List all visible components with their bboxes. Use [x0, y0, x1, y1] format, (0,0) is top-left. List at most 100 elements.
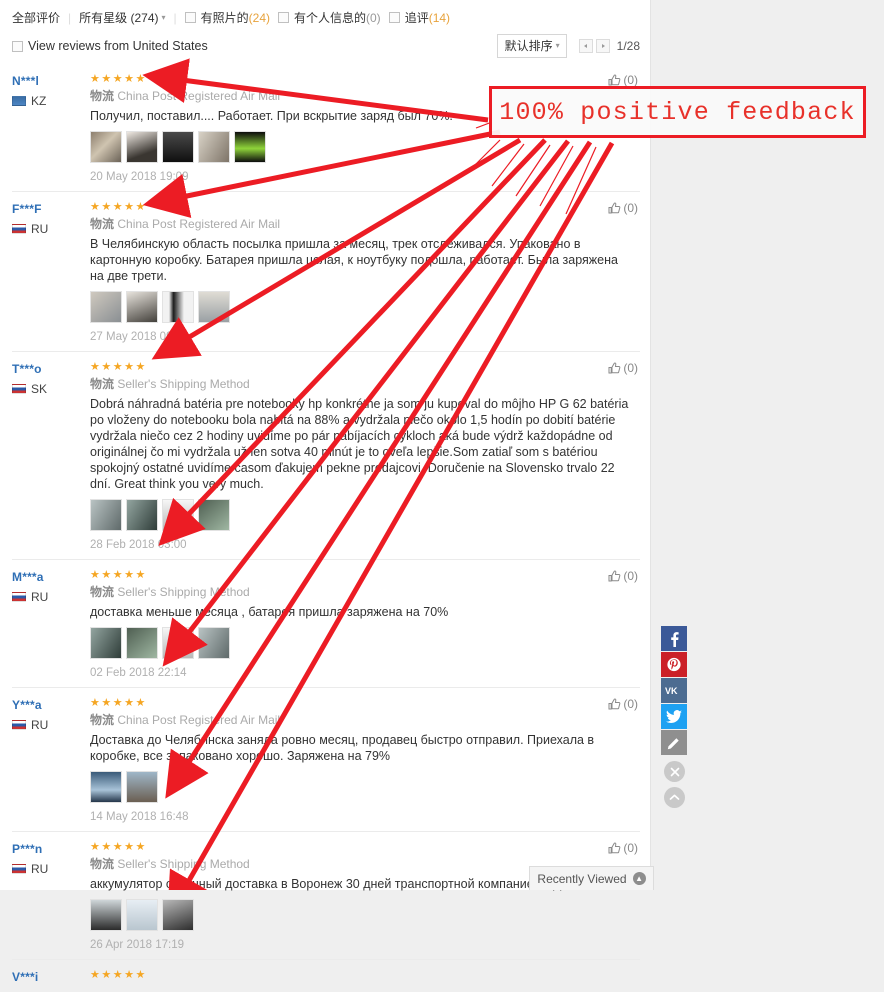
helpful-button[interactable]: (0)	[608, 569, 638, 583]
review-thumbnails	[90, 771, 634, 803]
filter-with-personal-info[interactable]: 有个人信息的 (0)	[278, 9, 381, 26]
review-thumbnail[interactable]	[90, 627, 122, 659]
review-shipping: 物流 Seller's Shipping Method	[90, 377, 634, 392]
svg-text:VK: VK	[665, 686, 678, 696]
review-thumbnail[interactable]	[90, 899, 122, 931]
helpful-button[interactable]: (0)	[608, 201, 638, 215]
shipping-method: China Post Registered Air Mail	[117, 217, 281, 231]
review-text: Dobrá náhradná batéria pre notebooky hp …	[90, 397, 629, 491]
filter-followup[interactable]: 追评 (14)	[388, 9, 451, 26]
sort-dropdown[interactable]: 默认排序 ▾	[496, 34, 567, 58]
review-thumbnails	[90, 627, 634, 659]
review-shipping: 物流 China Post Registered Air Mail	[90, 713, 634, 728]
review-thumbnail[interactable]	[162, 291, 194, 323]
helpful-button[interactable]: (0)	[608, 697, 638, 711]
review-username[interactable]: T***o	[12, 362, 90, 376]
shipping-label: 物流	[90, 713, 115, 727]
checkbox-with-photos[interactable]	[184, 12, 196, 23]
review-thumbnail[interactable]	[234, 131, 266, 163]
review-thumbnail[interactable]	[162, 499, 194, 531]
filter-all-stars[interactable]: 所有星级 (274) ▾	[79, 9, 165, 26]
review-thumbnail[interactable]	[198, 131, 230, 163]
filter-with-personal-info-count: (0)	[366, 10, 381, 25]
filter-followup-count: (14)	[428, 10, 451, 25]
helpful-count: (0)	[623, 73, 638, 87]
filter-divider: |	[68, 10, 72, 25]
review-thumbnail[interactable]	[90, 771, 122, 803]
pencil-icon[interactable]	[661, 730, 687, 755]
filter-with-personal-info-label: 有个人信息的	[294, 11, 367, 25]
review-thumbnail[interactable]	[126, 771, 158, 803]
review-thumbnail[interactable]	[198, 627, 230, 659]
review-thumbnail[interactable]	[126, 291, 158, 323]
review-thumbnail[interactable]	[162, 627, 194, 659]
review-username[interactable]: V***i	[12, 970, 90, 984]
review-thumbnail[interactable]	[126, 499, 158, 531]
table-row: M***a RU ★★★★★ 物流 Seller's Shipping Meth…	[12, 560, 640, 688]
flag-icon	[12, 96, 26, 106]
review-user: P***n RU	[12, 841, 90, 951]
review-text: доставка меньше месяца , батарея пришла …	[90, 605, 449, 619]
table-row: F***F RU ★★★★★ 物流 China Post Registered …	[12, 192, 640, 352]
view-reviews-from-country-label: View reviews from United States	[28, 39, 208, 53]
star-rating: ★★★★★	[90, 969, 147, 981]
review-thumbnail[interactable]	[90, 131, 122, 163]
prev-page-button[interactable]	[578, 39, 593, 53]
review-country-code: RU	[31, 590, 49, 604]
review-username[interactable]: Y***a	[12, 698, 90, 712]
review-date: 27 May 2018 09:06	[90, 331, 189, 343]
next-page-button[interactable]	[595, 39, 610, 53]
review-thumbnail[interactable]	[90, 291, 122, 323]
review-country: RU	[12, 590, 90, 604]
review-shipping: 物流 Seller's Shipping Method	[90, 585, 634, 600]
shipping-method: China Post Registered Air Mail	[117, 713, 281, 727]
review-country: RU	[12, 222, 90, 236]
close-icon[interactable]	[664, 761, 685, 782]
filter-all-reviews[interactable]: 全部评价	[12, 9, 60, 26]
scroll-to-top-icon[interactable]	[664, 787, 685, 808]
review-thumbnail[interactable]	[198, 499, 230, 531]
vk-icon[interactable]: VK	[661, 678, 687, 703]
review-date: 20 May 2018 19:09	[90, 171, 189, 183]
review-thumbnail[interactable]	[126, 627, 158, 659]
flag-icon	[12, 864, 26, 874]
review-thumbnail[interactable]	[126, 899, 158, 931]
review-thumbnail[interactable]	[126, 131, 158, 163]
review-thumbnail[interactable]	[162, 131, 194, 163]
shipping-label: 物流	[90, 89, 115, 103]
helpful-button[interactable]: (0)	[608, 73, 638, 87]
review-thumbnail[interactable]	[198, 291, 230, 323]
review-username[interactable]: M***a	[12, 570, 90, 584]
review-thumbnail[interactable]	[90, 499, 122, 531]
review-country: SK	[12, 382, 90, 396]
twitter-icon[interactable]	[661, 704, 687, 729]
facebook-icon[interactable]	[661, 626, 687, 651]
reviews-toolbar: View reviews from United States 默认排序 ▾ 1/…	[0, 32, 650, 64]
helpful-button[interactable]: (0)	[608, 361, 638, 375]
view-reviews-from-country[interactable]: View reviews from United States	[12, 39, 208, 53]
review-username[interactable]: F***F	[12, 202, 90, 216]
helpful-button[interactable]: (0)	[608, 841, 638, 855]
pinterest-icon[interactable]	[661, 652, 687, 677]
thumbs-up-icon	[608, 202, 621, 214]
flag-icon	[12, 592, 26, 602]
social-share-rail: VK	[661, 626, 687, 808]
review-username[interactable]: P***n	[12, 842, 90, 856]
table-row: P***n RU ★★★★★ 物流 Seller's Shipping Meth…	[12, 832, 640, 960]
review-username[interactable]: N***l	[12, 74, 90, 88]
review-thumbnail[interactable]	[162, 899, 194, 931]
review-body: ★★★★★	[90, 969, 640, 984]
review-country: RU	[12, 718, 90, 732]
shipping-method: Seller's Shipping Method	[117, 377, 250, 391]
helpful-count: (0)	[623, 361, 638, 375]
helpful-count: (0)	[623, 569, 638, 583]
checkbox-followup[interactable]	[388, 12, 400, 23]
filter-followup-label: 追评	[404, 11, 429, 25]
review-text: Доставка до Челябинска заняла ровно меся…	[90, 733, 595, 763]
filter-with-photos[interactable]: 有照片的 (24)	[184, 9, 270, 26]
recently-viewed-label: Recently Viewed	[537, 871, 627, 886]
recently-viewed-tab[interactable]: Recently Viewed ▲	[529, 866, 654, 890]
checkbox-with-personal-info[interactable]	[278, 12, 289, 23]
checkbox-view-from-country[interactable]	[12, 40, 23, 52]
review-user: T***o SK	[12, 361, 90, 551]
